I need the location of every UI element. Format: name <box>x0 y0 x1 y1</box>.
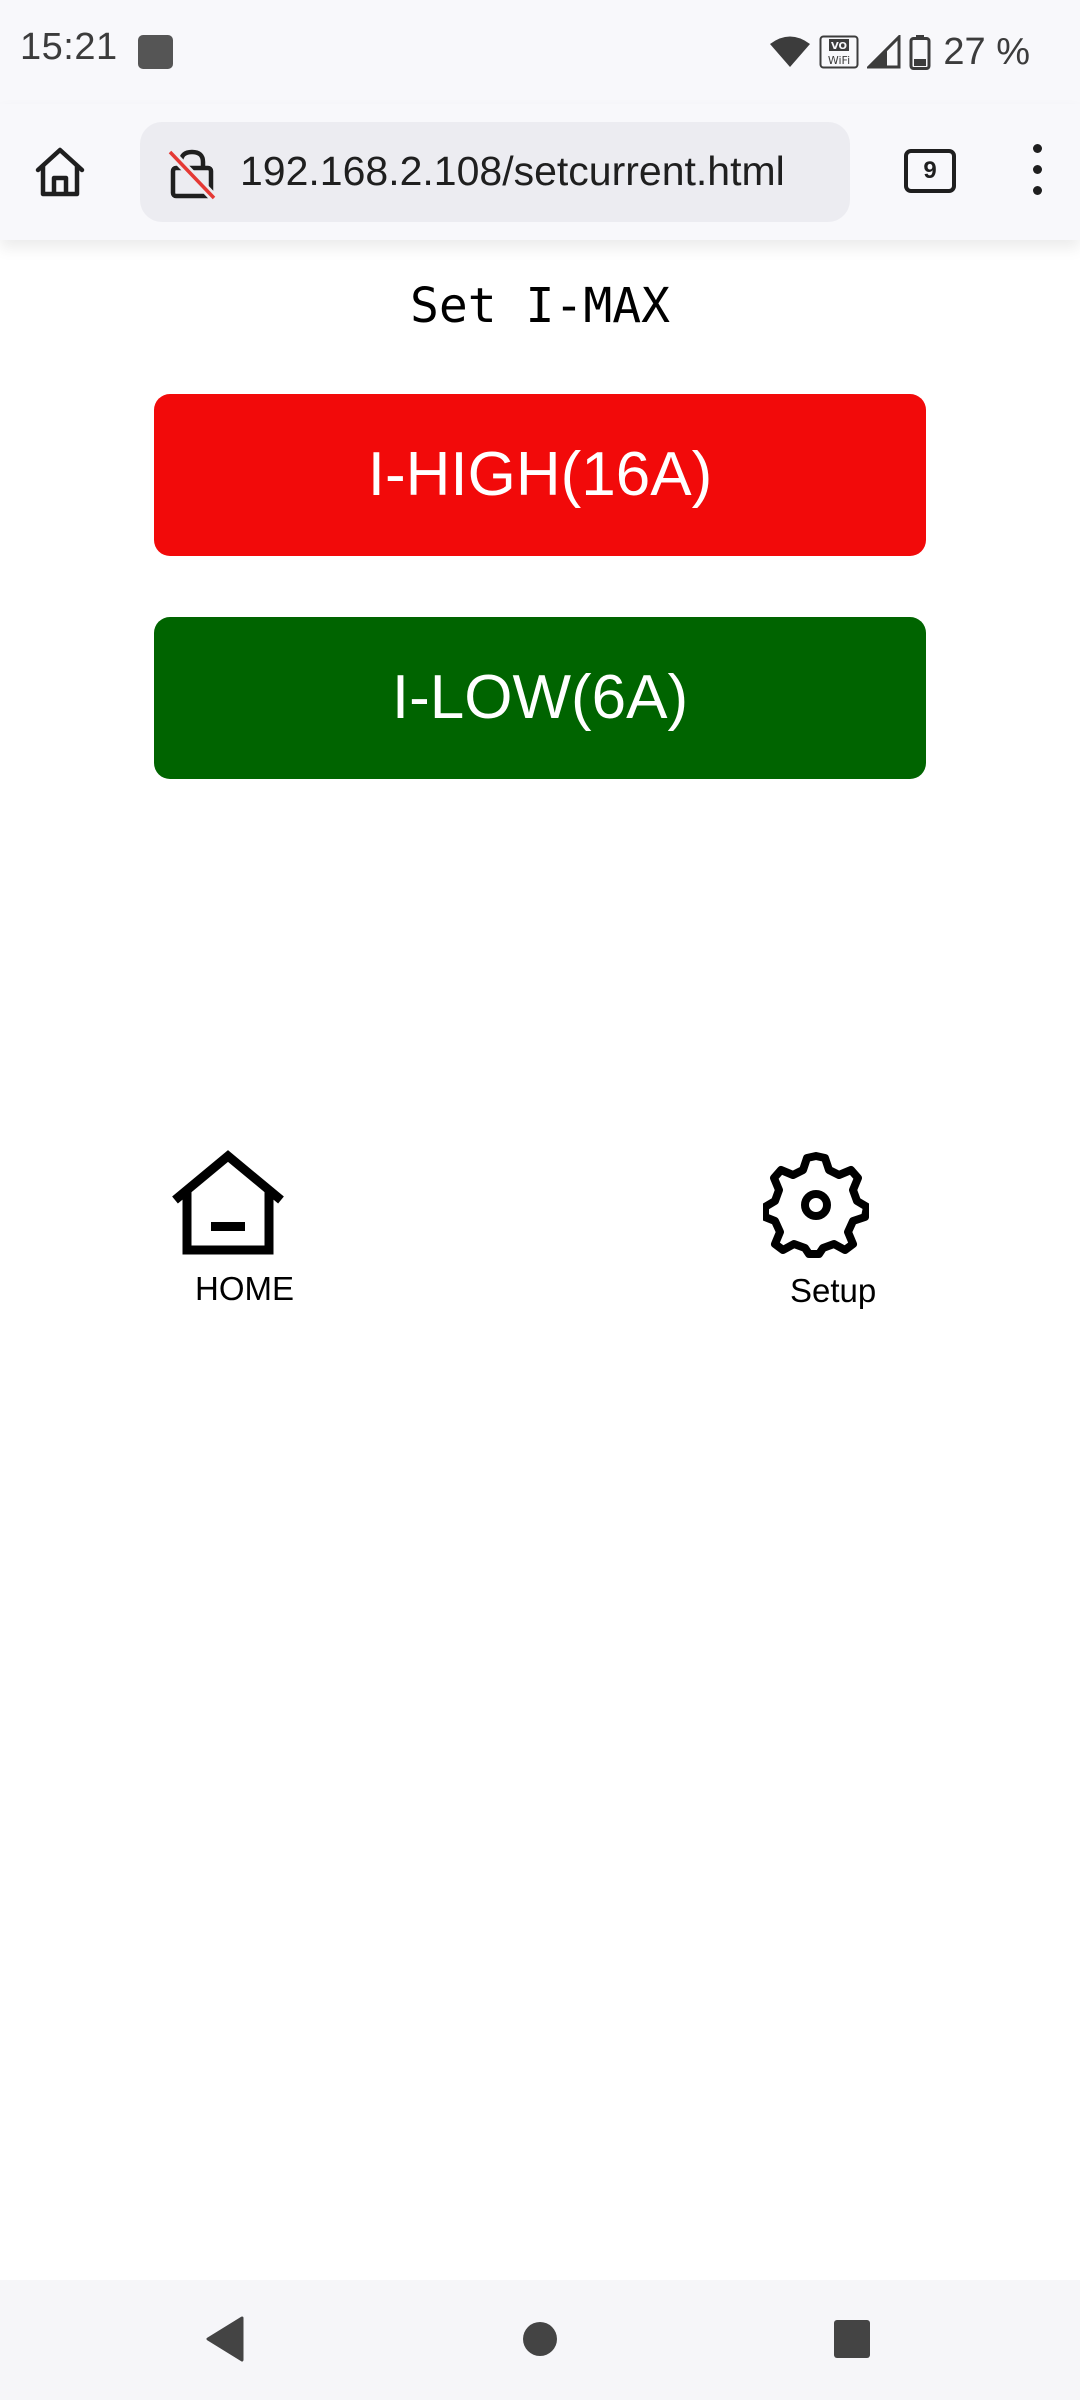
not-secure-lock-icon[interactable] <box>164 146 220 202</box>
svg-text:VO: VO <box>831 41 847 52</box>
gear-icon <box>763 1152 869 1258</box>
status-icons: VO WiFi 27 % <box>769 24 1030 80</box>
signal-icon <box>867 35 901 69</box>
home-circle-icon[interactable] <box>522 2316 558 2362</box>
menu-dot <box>1032 165 1042 174</box>
home-icon[interactable] <box>30 142 90 202</box>
home-label[interactable]: HOME <box>195 1270 325 1308</box>
house-icon <box>172 1150 284 1255</box>
wifi-icon <box>770 36 811 67</box>
screen: 15:21 VO WiFi 27 % 192.168.2.108/setcurr… <box>0 0 1080 2400</box>
svg-text:WiFi: WiFi <box>828 54 850 67</box>
vowifi-icon: VO WiFi <box>819 35 859 69</box>
i-high-button[interactable]: I-HIGH(16A) <box>154 394 926 556</box>
setup-label[interactable]: Setup <box>790 1272 920 1310</box>
setup-link[interactable]: Setup <box>750 1152 920 1310</box>
battery-icon <box>909 35 931 70</box>
status-time: 15:21 <box>20 26 118 68</box>
browser-toolbar: 192.168.2.108/setcurrent.html 9 <box>0 104 1080 240</box>
page-title: Set I-MAX <box>409 278 671 334</box>
address-bar[interactable]: 192.168.2.108/setcurrent.html <box>140 122 850 222</box>
recents-icon[interactable] <box>832 2316 872 2362</box>
i-low-button[interactable]: I-LOW(6A) <box>154 617 926 779</box>
menu-dot <box>1032 144 1042 153</box>
url-text[interactable]: 192.168.2.108/setcurrent.html <box>240 148 785 195</box>
tabs-icon[interactable]: 9 <box>904 149 956 193</box>
battery-percent: 27 % <box>943 30 1030 73</box>
back-icon[interactable] <box>204 2316 244 2362</box>
menu-dot <box>1032 186 1042 195</box>
notification-icon <box>138 35 173 69</box>
menu-icon[interactable] <box>1022 144 1052 204</box>
system-nav-bar <box>0 2280 1080 2400</box>
status-bar: 15:21 VO WiFi 27 % <box>0 0 1080 104</box>
home-link[interactable]: HOME <box>165 1150 325 1308</box>
